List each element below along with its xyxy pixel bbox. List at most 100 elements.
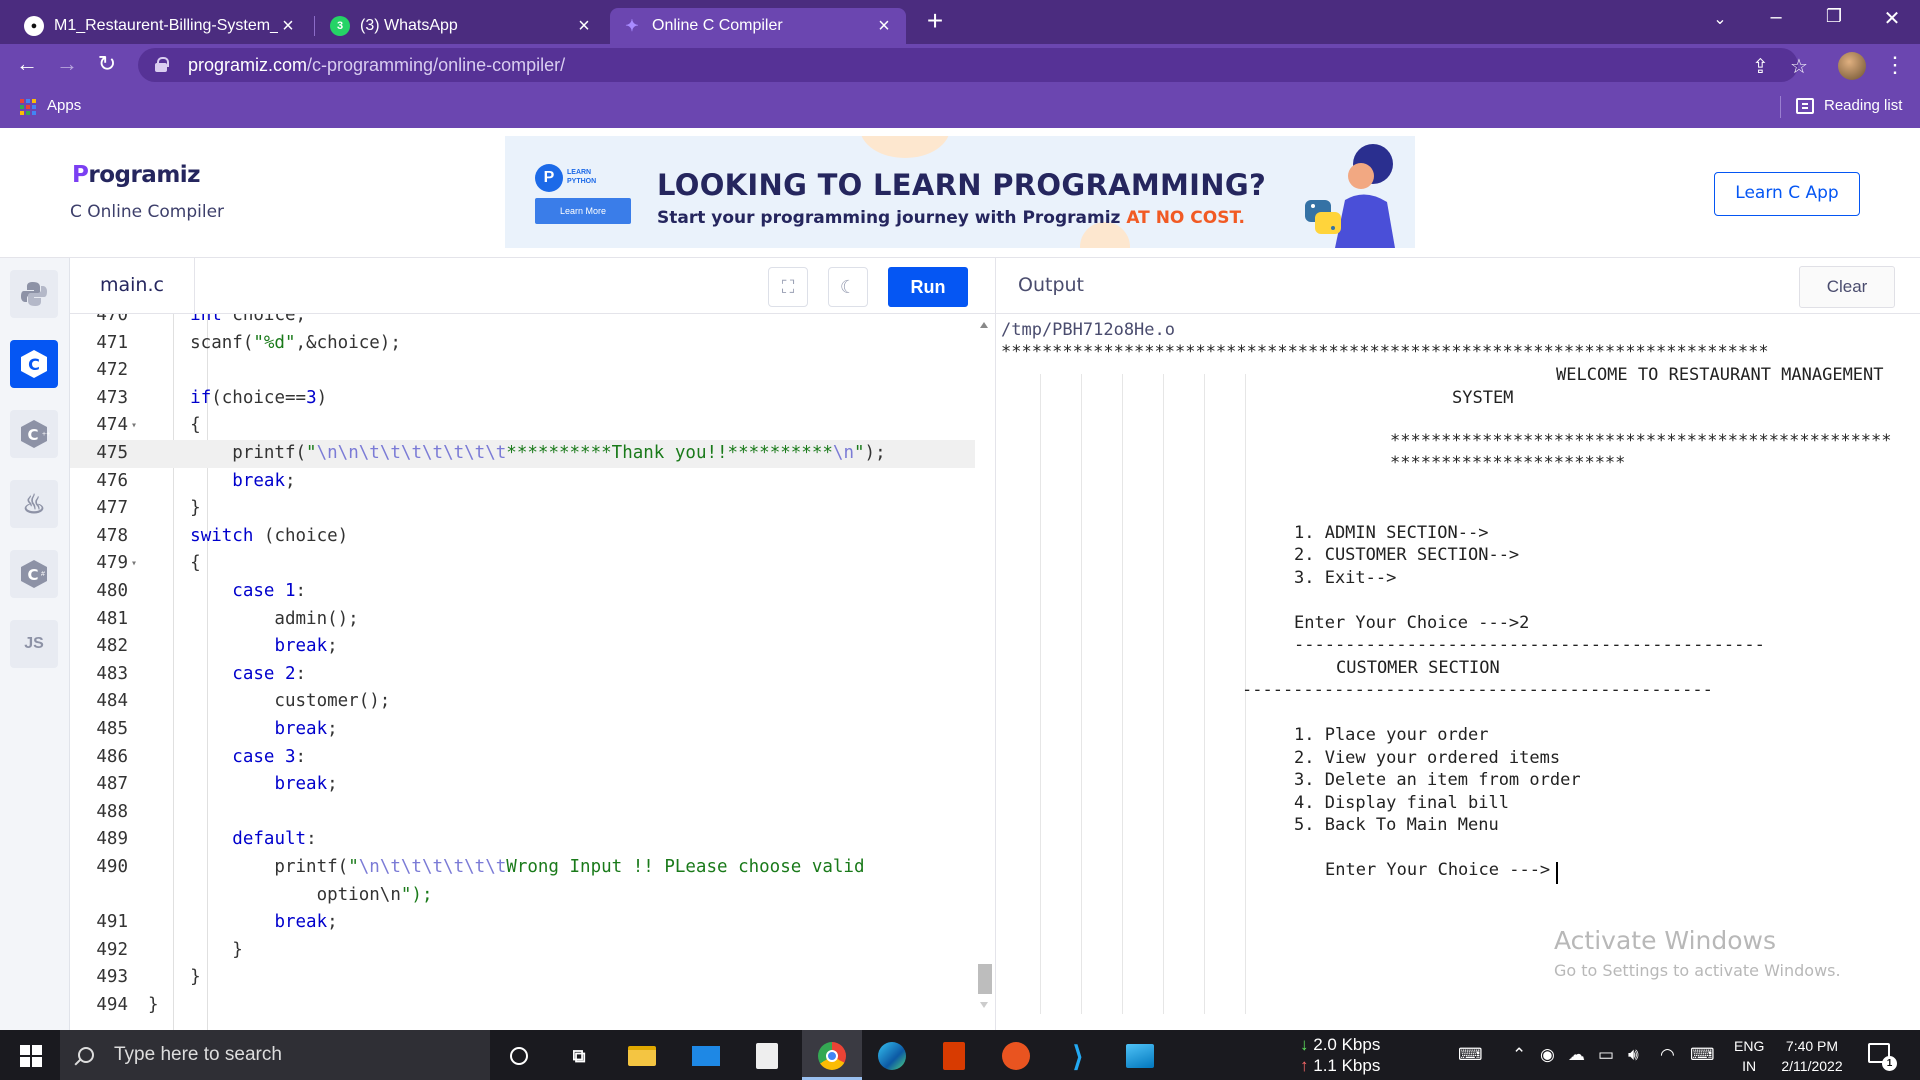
close-icon[interactable]: ×	[278, 15, 298, 38]
keyboard-layout-icon[interactable]: ⌨	[1458, 1045, 1483, 1065]
fullscreen-button[interactable]: ⛶	[768, 267, 808, 307]
code-line[interactable]: 485 break;	[70, 716, 975, 744]
menu-icon[interactable]: ⋮	[1884, 52, 1906, 78]
c-icon[interactable]: C	[10, 340, 58, 388]
cpp-icon[interactable]: C ++	[10, 410, 58, 458]
windows-start-icon[interactable]	[20, 1045, 42, 1067]
task-view-icon[interactable]: ⧉	[563, 1040, 595, 1072]
code-line[interactable]: 481 admin();	[70, 606, 975, 634]
taskbar-search[interactable]: Type here to search	[60, 1030, 490, 1080]
ubuntu-icon[interactable]	[1000, 1040, 1032, 1072]
share-icon[interactable]: ⇪	[1752, 54, 1769, 79]
mail-icon[interactable]	[690, 1040, 722, 1072]
new-tab-button[interactable]: +	[920, 7, 950, 38]
scroll-thumb[interactable]	[978, 964, 992, 994]
ad-banner[interactable]: P LEARN PYTHON Learn More LOOKING TO LEAR…	[505, 136, 1415, 248]
file-tab-main-c[interactable]: main.c	[100, 274, 164, 296]
address-bar[interactable]: programiz.com/c-programming/online-compi…	[138, 48, 1808, 82]
close-window-button[interactable]: ✕	[1872, 6, 1912, 31]
code-line[interactable]: 473 if(choice==3)	[70, 385, 975, 413]
learn-c-app-button[interactable]: Learn C App	[1714, 172, 1860, 216]
csharp-icon[interactable]: C #	[10, 550, 58, 598]
line-number: 484	[96, 691, 128, 712]
java-icon[interactable]: ♨	[10, 480, 58, 528]
output-console[interactable]: /tmp/PBH712o8He.o **********************…	[995, 314, 1920, 1030]
svg-text:C: C	[27, 566, 38, 584]
code-line[interactable]: 483 case 2:	[70, 661, 975, 689]
code-line[interactable]: 490 printf("\n\t\t\t\t\t\tWrong Input !!…	[70, 854, 975, 882]
reload-button[interactable]: ↻	[94, 52, 120, 78]
code-line[interactable]: 493 }	[70, 964, 975, 992]
file-explorer-icon[interactable]	[626, 1040, 658, 1072]
code-line[interactable]: 472	[70, 357, 975, 385]
code-line[interactable]: 489 default:	[70, 826, 975, 854]
vscode-icon[interactable]: ⟩	[1062, 1040, 1094, 1072]
code-line[interactable]: option\n");	[70, 882, 975, 910]
fold-arrow-icon[interactable]: ▾	[131, 412, 137, 440]
bookmark-star-icon[interactable]: ☆	[1790, 54, 1808, 79]
run-button[interactable]: Run	[888, 267, 968, 307]
volume-icon[interactable]: 🔊︎	[1628, 1045, 1639, 1065]
reading-list-button[interactable]: Reading list	[1824, 97, 1902, 114]
back-button[interactable]: ←	[14, 52, 40, 78]
clear-button[interactable]: Clear	[1799, 266, 1895, 308]
notification-count-badge: 1	[1882, 1056, 1897, 1071]
code-line[interactable]: 484 customer();	[70, 688, 975, 716]
programiz-logo[interactable]: Programiz	[72, 162, 201, 188]
input-language-indicator[interactable]: ENG IN	[1734, 1036, 1764, 1076]
wifi-icon[interactable]: ◠	[1660, 1045, 1675, 1065]
code-line[interactable]: 475 printf("\n\n\t\t\t\t\t\t\t**********…	[70, 440, 975, 468]
editor-scrollbar[interactable]	[975, 314, 995, 1030]
chrome-icon[interactable]	[816, 1040, 848, 1072]
touch-keyboard-icon[interactable]: ⌨	[1690, 1045, 1715, 1065]
code-line[interactable]: 479 ▾ {	[70, 550, 975, 578]
code-line[interactable]: 487 break;	[70, 771, 975, 799]
code-line[interactable]: 477 }	[70, 495, 975, 523]
tab-online-c-compiler[interactable]: ✦ Online C Compiler ×	[610, 8, 906, 44]
python-installer-icon[interactable]	[751, 1040, 783, 1072]
python-icon[interactable]	[10, 270, 58, 318]
dark-mode-button[interactable]: ☾	[828, 267, 868, 307]
code-line[interactable]: 491 break;	[70, 909, 975, 937]
code-line[interactable]: 492 }	[70, 937, 975, 965]
code-text: case 1:	[232, 581, 307, 601]
tab-whatsapp[interactable]: 3 (3) WhatsApp ×	[318, 8, 606, 44]
battery-icon[interactable]: ▭	[1598, 1045, 1614, 1065]
show-hidden-icons-chevron-icon[interactable]: ⌃	[1512, 1045, 1526, 1065]
fold-arrow-icon[interactable]: ▾	[131, 550, 137, 578]
code-line[interactable]: 478 switch (choice)	[70, 523, 975, 551]
code-line[interactable]: 494}	[70, 992, 975, 1020]
code-line[interactable]: 488	[70, 799, 975, 827]
line-number: 476	[96, 470, 128, 491]
edge-icon[interactable]	[876, 1040, 908, 1072]
scroll-down-arrow-icon[interactable]	[980, 1002, 988, 1008]
close-icon[interactable]: ×	[574, 15, 594, 38]
close-icon[interactable]: ×	[874, 15, 894, 38]
code-line[interactable]: 470 int choice;	[70, 314, 975, 330]
tab-title: (3) WhatsApp	[360, 17, 458, 34]
js-icon[interactable]: JS	[10, 620, 58, 668]
photos-icon[interactable]	[1124, 1040, 1156, 1072]
meet-now-icon[interactable]: ◉	[1540, 1045, 1555, 1065]
code-editor[interactable]: 470 int choice; 471 scanf("%d",&choice); 4…	[70, 314, 975, 1030]
restore-button[interactable]: ❐	[1814, 6, 1854, 27]
cortana-icon[interactable]	[503, 1040, 535, 1072]
minimize-button[interactable]: –	[1756, 6, 1796, 29]
code-line[interactable]: 476 break;	[70, 468, 975, 496]
onedrive-icon[interactable]: ☁	[1568, 1045, 1585, 1065]
code-line[interactable]: 480 case 1:	[70, 578, 975, 606]
divider	[194, 258, 195, 314]
forward-button[interactable]: →	[54, 52, 80, 78]
bookmark-apps[interactable]: Apps	[47, 97, 81, 114]
profile-avatar[interactable]	[1838, 52, 1866, 80]
code-line[interactable]: 471 scanf("%d",&choice);	[70, 330, 975, 358]
tab-search-icon[interactable]: ⌄	[1700, 9, 1740, 29]
tab-github[interactable]: ● M1_Restaurent-Billing-System_U ×	[12, 8, 310, 44]
banner-learn-more-button[interactable]: Learn More	[535, 198, 631, 224]
code-line[interactable]: 486 case 3:	[70, 744, 975, 772]
scroll-up-arrow-icon[interactable]	[980, 322, 988, 328]
office-icon[interactable]	[938, 1040, 970, 1072]
code-line[interactable]: 482 break;	[70, 633, 975, 661]
code-line[interactable]: 474 ▾ {	[70, 412, 975, 440]
system-clock[interactable]: 7:40 PM 2/11/2022	[1772, 1036, 1852, 1076]
